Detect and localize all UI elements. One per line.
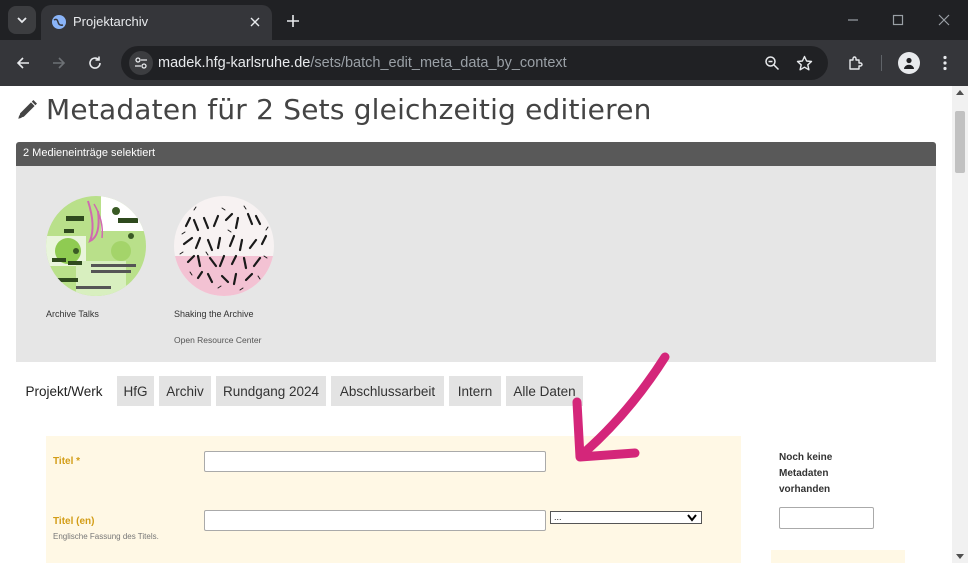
extensions-icon — [848, 55, 863, 70]
sidebar-input[interactable] — [779, 507, 874, 529]
extensions-button[interactable] — [844, 52, 866, 74]
back-icon — [16, 57, 29, 69]
zoom-button[interactable] — [763, 54, 781, 72]
maximize-icon — [892, 14, 904, 26]
sidebar-no-metadata-text: Noch keine Metadaten vorhanden — [779, 452, 833, 495]
title-field-label: Titel * — [53, 456, 81, 467]
page-title: Metadaten für 2 Sets gleichzeitig editie… — [16, 93, 652, 126]
browser-tab-bar: Projektarchiv — [0, 0, 968, 40]
pencil-icon — [18, 99, 37, 119]
scroll-up-icon[interactable] — [956, 90, 964, 95]
selection-header: 2 Medieneinträge selektiert — [16, 142, 936, 166]
language-select-value: ... — [554, 512, 562, 522]
sidebar-box — [771, 550, 905, 563]
profile-button[interactable] — [898, 52, 920, 74]
tab-projekt-werk[interactable]: Projekt/Werk — [16, 376, 112, 406]
url-path: /sets/batch_edit_meta_data_by_context — [310, 55, 567, 71]
page-scrollbar[interactable] — [952, 86, 968, 563]
window-close-button[interactable] — [934, 10, 954, 30]
title-en-field-label: Titel (en) — [53, 516, 95, 527]
tab-abschlussarbeit[interactable]: Abschlussarbeit — [331, 376, 444, 406]
title-input[interactable] — [204, 451, 546, 472]
set-thumbnail-archive-talks[interactable] — [46, 196, 146, 296]
tab-alle-daten[interactable]: Alle Daten — [506, 376, 583, 406]
plus-icon — [287, 15, 299, 27]
tab-rundgang-2024[interactable]: Rundgang 2024 — [216, 376, 326, 406]
back-button[interactable] — [12, 52, 34, 74]
close-icon — [250, 17, 260, 27]
site-info-icon — [135, 57, 147, 69]
title-en-input[interactable] — [204, 510, 546, 531]
chevron-down-icon — [687, 514, 697, 522]
language-select[interactable]: ... — [550, 511, 702, 524]
url-host: madek.hfg-karlsruhe.de — [158, 55, 311, 71]
forward-icon — [53, 57, 66, 69]
forward-button[interactable] — [48, 52, 70, 74]
profile-icon — [904, 57, 914, 69]
browser-menu-button[interactable] — [934, 52, 956, 74]
page-content: Metadaten für 2 Sets gleichzeitig editie… — [0, 86, 952, 563]
window-close-icon — [938, 14, 950, 26]
tab-intern[interactable]: Intern — [449, 376, 501, 406]
browser-tab[interactable]: Projektarchiv — [41, 5, 272, 40]
tab-hfg[interactable]: HfG — [117, 376, 154, 406]
bookmark-button[interactable] — [795, 54, 813, 72]
set-label-archive-talks[interactable]: Archive Talks — [46, 309, 99, 319]
set-label-shaking-the-archive[interactable]: Shaking the Archive — [174, 309, 254, 319]
set-subtitle-shaking-the-archive: Open Resource Center — [174, 335, 262, 345]
reload-icon — [89, 56, 101, 69]
toolbar-separator — [881, 55, 882, 71]
metadata-form: Titel * Titel (en) Englische Fassung des… — [46, 436, 741, 563]
chevron-down-icon — [17, 17, 27, 24]
browser-toolbar: madek.hfg-karlsruhe.de/sets/batch_edit_m… — [0, 40, 968, 86]
url-text: madek.hfg-karlsruhe.de/sets/batch_edit_m… — [158, 55, 567, 71]
maximize-button[interactable] — [888, 10, 908, 30]
menu-icon — [943, 55, 947, 71]
new-tab-button[interactable] — [282, 10, 304, 32]
title-en-hint: Englische Fassung des Titels. — [53, 532, 159, 541]
star-icon — [796, 55, 812, 70]
set-thumbnail-shaking-the-archive[interactable] — [174, 196, 274, 296]
reload-button[interactable] — [84, 52, 106, 74]
scroll-down-icon[interactable] — [956, 554, 964, 559]
scroll-thumb[interactable] — [955, 111, 965, 173]
tab-search-button[interactable] — [8, 6, 36, 34]
tab-archiv[interactable]: Archiv — [159, 376, 211, 406]
minimize-icon — [848, 19, 858, 21]
minimize-button[interactable] — [843, 10, 863, 30]
tab-close-button[interactable] — [246, 13, 264, 31]
tab-title: Projektarchiv — [73, 14, 149, 29]
zoom-icon — [765, 56, 780, 71]
archive-talks-image — [46, 196, 146, 296]
address-bar[interactable]: madek.hfg-karlsruhe.de/sets/batch_edit_m… — [121, 46, 828, 80]
shaking-the-archive-image — [174, 196, 274, 296]
site-info-button[interactable] — [129, 51, 153, 75]
globe-icon — [52, 15, 66, 29]
selection-box: Archive Talks Shaking the Archive Open R… — [16, 166, 936, 362]
page-heading: Metadaten für 2 Sets gleichzeitig editie… — [46, 93, 652, 126]
